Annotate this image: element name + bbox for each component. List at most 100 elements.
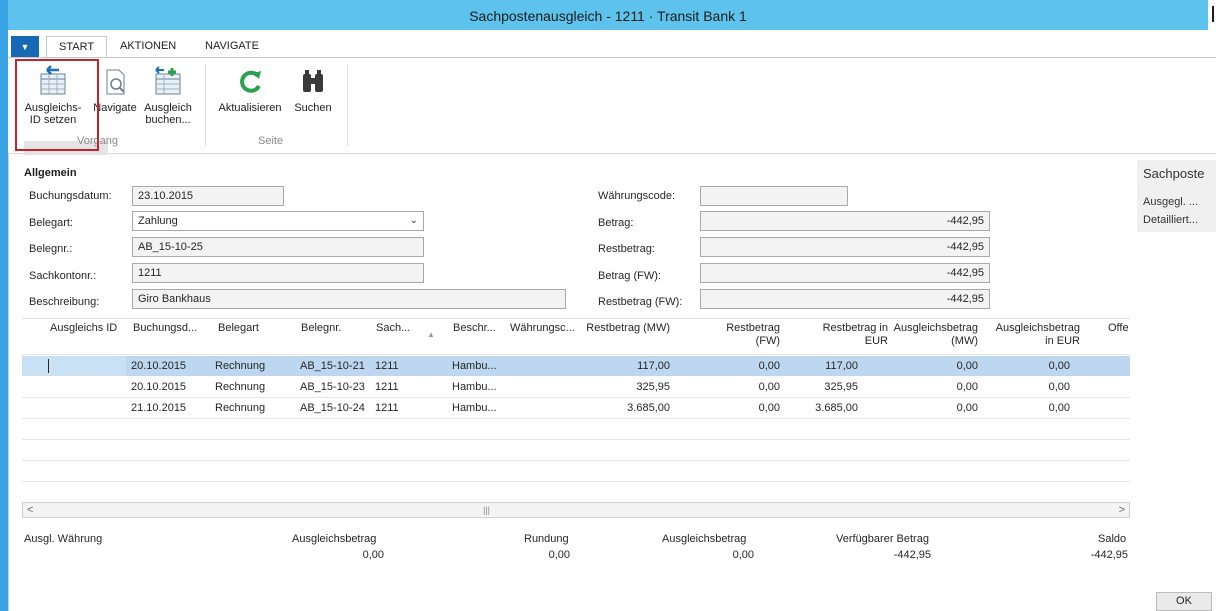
tab-start[interactable]: START xyxy=(46,36,108,58)
col-offen[interactable]: Offe xyxy=(1108,322,1129,335)
col-beschr[interactable]: Beschr... xyxy=(453,322,496,335)
verfuegbar-value: -442,95 xyxy=(893,549,931,561)
cell-beschr: Hambu... xyxy=(452,402,497,414)
table-row[interactable]: 20.10.2015 Rechnung AB_15-10-21 1211 Ham… xyxy=(22,356,1130,376)
cell-ausgl-eur: 0,00 xyxy=(1048,381,1070,393)
app-menu-button[interactable]: ▼ xyxy=(11,36,39,58)
titlebar-cursor-mark xyxy=(1212,6,1214,22)
belegnr-label: Belegnr.: xyxy=(29,243,73,255)
text-caret xyxy=(48,359,49,373)
suchen-label: Suchen xyxy=(294,102,332,114)
cell-belegart: Rechnung xyxy=(215,381,266,393)
suchen-button[interactable]: Suchen xyxy=(290,64,336,114)
cell-rest-eur: 3.685,00 xyxy=(815,402,858,414)
tab-navigate[interactable]: NAVIGATE xyxy=(205,40,259,52)
col-waehrung[interactable]: Währungsc... xyxy=(510,322,575,335)
ribbon-separator xyxy=(347,64,348,146)
betrag-fw-field[interactable]: -442,95 xyxy=(700,263,990,283)
ausgleichsbetrag2-label: Ausgleichsbetrag xyxy=(662,533,747,545)
col-belegart[interactable]: Belegart xyxy=(218,322,259,335)
restbetrag-field[interactable]: -442,95 xyxy=(700,237,990,257)
navigate-label: Navigate xyxy=(93,102,137,114)
col-ausgleich-mw-line2: (MW) xyxy=(951,335,978,347)
col-ausgleich-eur-line2: in EUR xyxy=(1045,335,1080,347)
belegnr-field[interactable]: AB_15-10-25 xyxy=(132,237,424,257)
ausgleichsbetrag-label: Ausgleichsbetrag xyxy=(292,533,377,545)
col-restbetrag-mw[interactable]: Restbetrag (MW) xyxy=(582,322,670,335)
header-divider xyxy=(22,354,1130,355)
ausgleich-buchen-label: Ausgleich buchen... xyxy=(144,102,192,126)
col-belegnr[interactable]: Belegnr. xyxy=(301,322,341,335)
col-ausgleichsbetrag-mw[interactable]: Ausgleichsbetrag (MW) xyxy=(888,322,978,348)
caret-down-icon: ▼ xyxy=(20,42,30,52)
col-restbetrag-fw[interactable]: Restbetrag (FW) xyxy=(698,322,780,348)
horizontal-scrollbar[interactable]: < ||| > xyxy=(22,502,1130,518)
betrag-fw-label: Betrag (FW): xyxy=(598,270,661,282)
ribbon-tabs: ▼ START AKTIONEN NAVIGATE xyxy=(8,30,1216,58)
window-left-edge xyxy=(0,0,8,611)
col-ausgleich-mw-line1: Ausgleichsbetrag xyxy=(893,322,978,334)
row-divider xyxy=(22,481,1130,482)
restbetrag-label: Restbetrag: xyxy=(598,243,655,255)
betrag-field[interactable]: -442,95 xyxy=(700,211,990,231)
ausgleich-buchen-button[interactable]: Ausgleich buchen... xyxy=(140,64,196,126)
scroll-right-icon[interactable]: > xyxy=(1119,504,1125,516)
cell-ausgl-eur: 0,00 xyxy=(1048,360,1070,372)
cell-rest-eur: 325,95 xyxy=(824,381,858,393)
waehrungscode-field[interactable] xyxy=(700,186,848,206)
restbetrag-fw-field[interactable]: -442,95 xyxy=(700,289,990,309)
col-sach[interactable]: Sach... xyxy=(376,322,410,335)
cell-beschr: Hambu... xyxy=(452,381,497,393)
aktualisieren-label: Aktualisieren xyxy=(218,102,282,114)
cell-rest-mw: 325,95 xyxy=(636,381,670,393)
col-ausgleichsbetrag-eur[interactable]: Ausgleichsbetrag in EUR xyxy=(990,322,1080,348)
ausgleichsbetrag2-value: 0,00 xyxy=(732,549,754,561)
row-divider xyxy=(22,460,1130,461)
scroll-thumb[interactable]: ||| xyxy=(483,505,490,515)
table-row[interactable]: 20.10.2015 Rechnung AB_15-10-23 1211 Ham… xyxy=(22,377,1130,397)
buchungsdatum-field[interactable]: 23.10.2015 xyxy=(132,186,284,206)
row-divider xyxy=(22,418,1130,419)
ok-button[interactable]: OK xyxy=(1156,592,1212,611)
col-buchungsdatum[interactable]: Buchungsd... xyxy=(133,322,197,335)
tab-aktionen[interactable]: AKTIONEN xyxy=(120,40,176,52)
cell-belegart: Rechnung xyxy=(215,360,266,372)
scroll-left-icon[interactable]: < xyxy=(27,504,33,516)
cell-rest-fw: 0,00 xyxy=(758,381,780,393)
section-allgemein: Allgemein xyxy=(24,167,77,179)
group-seite-label: Seite xyxy=(258,135,284,147)
ausgl-waehrung-label: Ausgl. Währung xyxy=(24,533,103,545)
col-restbetrag-eur-line2: EUR xyxy=(864,335,888,347)
binoculars-icon xyxy=(303,70,323,92)
cell-sach: 1211 xyxy=(375,381,399,393)
belegart-value: Zahlung xyxy=(138,215,178,227)
cell-sach: 1211 xyxy=(375,402,399,414)
col-restbetrag-eur[interactable]: Restbetrag in EUR xyxy=(800,322,888,348)
navigate-icon xyxy=(106,69,125,95)
beschreibung-field[interactable]: Giro Bankhaus xyxy=(132,289,566,309)
cell-sach: 1211 xyxy=(375,360,399,372)
sachkontonr-label: Sachkontonr.: xyxy=(29,270,97,282)
betrag-label: Betrag: xyxy=(598,217,634,229)
row-divider xyxy=(22,439,1130,440)
belegart-select[interactable]: Zahlung ⌄ xyxy=(132,211,424,231)
ribbon-separator xyxy=(205,64,206,146)
col-ausgleichs-id[interactable]: Ausgleichs ID xyxy=(50,322,117,335)
aktualisieren-button[interactable]: Aktualisieren xyxy=(211,64,289,114)
sort-ascending-icon: ▲ xyxy=(427,330,435,339)
chevron-down-icon: ⌄ xyxy=(409,215,418,226)
table-row[interactable]: 21.10.2015 Rechnung AB_15-10-24 1211 Ham… xyxy=(22,398,1130,418)
cell-ausgl-eur: 0,00 xyxy=(1048,402,1070,414)
rundung-value: 0,00 xyxy=(548,549,570,561)
saldo-value: -442,95 xyxy=(1090,549,1128,561)
factbox-link-detailliert[interactable]: Detailliert... xyxy=(1143,214,1198,226)
belegart-label: Belegart: xyxy=(29,217,74,229)
cell-ausgl-mw: 0,00 xyxy=(956,381,978,393)
cell-datum: 20.10.2015 xyxy=(131,360,187,372)
cell-belegnr: AB_15-10-21 xyxy=(300,360,365,372)
highlight-box xyxy=(15,59,99,151)
cell-rest-mw: 117,00 xyxy=(637,360,670,372)
cell-datum: 21.10.2015 xyxy=(131,402,187,414)
factbox-link-ausgegl[interactable]: Ausgegl. ... xyxy=(1143,196,1198,208)
sachkontonr-field[interactable]: 1211 xyxy=(132,263,424,283)
